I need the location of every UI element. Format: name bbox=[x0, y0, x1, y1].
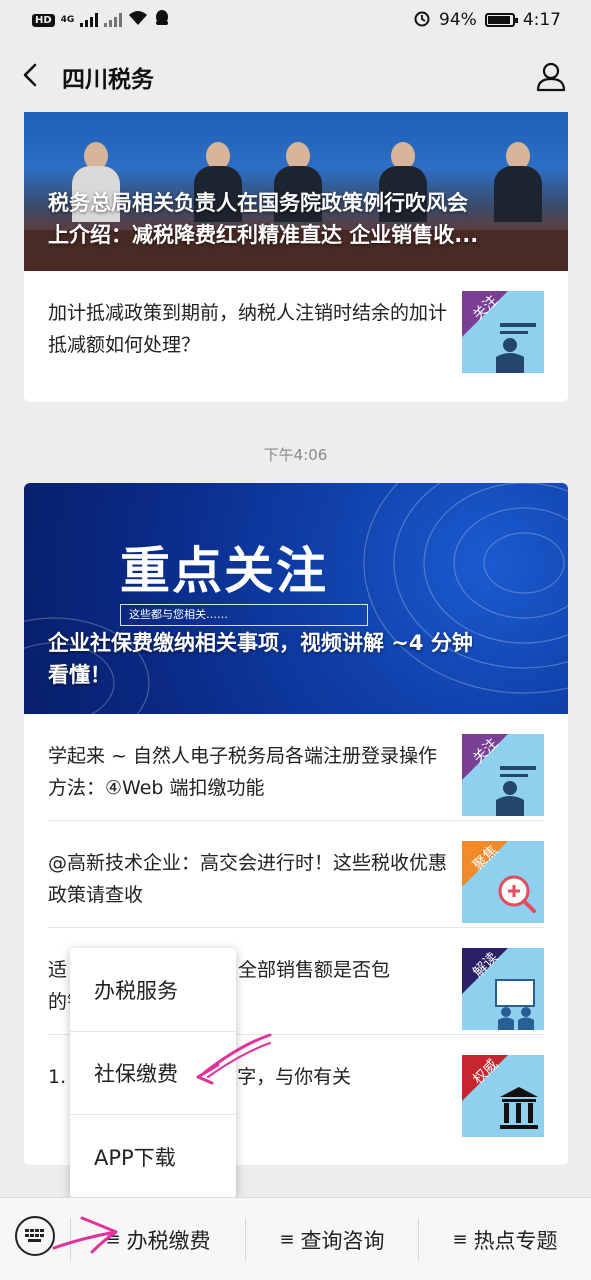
submenu-popup: 办税服务 社保缴费 APP下载 bbox=[70, 948, 236, 1198]
menu-hot-topics[interactable]: ≡ 热点专题 bbox=[419, 1198, 591, 1280]
menu-query-consult[interactable]: ≡ 查询咨询 bbox=[246, 1198, 418, 1280]
clock: 4:17 bbox=[522, 10, 561, 30]
courthouse-icon: 权威 bbox=[462, 1055, 544, 1137]
article-title: @高新技术企业：高交会进行时！这些税收优惠政策请查收 bbox=[48, 852, 448, 906]
hero-title: 税务总局相关负责人在国务院政策例行吹风会 上介绍：减税降费红利精准直达 企业销售… bbox=[48, 187, 548, 251]
profile-icon[interactable] bbox=[535, 60, 567, 92]
battery-percent: 94% bbox=[439, 10, 477, 30]
article-title: 学起来 ~ 自然人电子税务局各端注册登录操作方法：④Web 端扣缴功能 bbox=[48, 745, 438, 799]
article-item[interactable]: 加计抵减政策到期前，纳税人注销时结余的加计抵减额如何处理？ 关注 bbox=[48, 271, 544, 378]
teacher-icon: 关注 bbox=[462, 291, 544, 373]
network-type: 4G bbox=[60, 14, 75, 25]
alarm-icon bbox=[413, 9, 431, 32]
battery-level bbox=[487, 16, 511, 24]
status-left: HD 4G bbox=[32, 9, 170, 32]
hero-title-line: 看懂！ bbox=[48, 663, 111, 687]
article-item[interactable]: @高新技术企业：高交会进行时！这些税收优惠政策请查收 聚焦 bbox=[48, 821, 544, 928]
hero-article[interactable]: 税务总局相关负责人在国务院政策例行吹风会 上介绍：减税降费红利精准直达 企业销售… bbox=[24, 112, 568, 271]
teacher-icon: 关注 bbox=[462, 734, 544, 816]
submenu-item-tax-service[interactable]: 办税服务 bbox=[70, 948, 236, 1031]
menu-lines-icon: ≡ bbox=[452, 1229, 468, 1250]
hd-badge: HD bbox=[32, 13, 55, 27]
menu-lines-icon: ≡ bbox=[105, 1229, 121, 1250]
menu-label: 办税缴费 bbox=[126, 1228, 211, 1253]
battery-icon bbox=[484, 13, 518, 27]
article-card: 税务总局相关负责人在国务院政策例行吹风会 上介绍：减税降费红利精准直达 企业销售… bbox=[24, 112, 568, 402]
signal-icon-2 bbox=[104, 13, 123, 27]
hero-title-line: 上介绍：减税降费红利精准直达 企业销售收... bbox=[48, 223, 479, 247]
hero-title-line: 企业社保费缴纳相关事项，视频讲解 ~4 分钟 bbox=[48, 631, 473, 655]
menu-lines-icon: ≡ bbox=[279, 1229, 295, 1250]
wifi-icon bbox=[128, 10, 148, 30]
article-item[interactable]: 学起来 ~ 自然人电子税务局各端注册登录操作方法：④Web 端扣缴功能 关注 bbox=[48, 714, 544, 821]
magnifier-icon: 聚焦 bbox=[462, 841, 544, 923]
menu-label: 查询咨询 bbox=[300, 1228, 385, 1253]
hero-banner-title: 重点关注 bbox=[120, 542, 328, 600]
menu-label: 热点专题 bbox=[473, 1228, 558, 1253]
chat-title: 四川税务 bbox=[62, 67, 154, 93]
submenu-item-social-security[interactable]: 社保缴费 bbox=[70, 1031, 236, 1114]
hero-banner-subtitle: 这些都与您相关…… bbox=[120, 604, 368, 626]
message-timestamp: 下午4:06 bbox=[263, 446, 328, 464]
back-arrow-icon[interactable] bbox=[18, 62, 44, 88]
hero-title-line: 税务总局相关负责人在国务院政策例行吹风会 bbox=[48, 191, 468, 215]
status-bar: HD 4G 94% 4:17 bbox=[0, 0, 591, 40]
qq-icon bbox=[154, 9, 170, 32]
menu-tax-payment[interactable]: ≡ 办税缴费 bbox=[71, 1198, 245, 1280]
signal-icon bbox=[80, 13, 99, 27]
hero-article[interactable]: 重点关注 这些都与您相关…… 企业社保费缴纳相关事项，视频讲解 ~4 分钟 看懂… bbox=[24, 483, 568, 714]
bottom-menu-bar: ≡ 办税缴费 ≡ 查询咨询 ≡ 热点专题 bbox=[0, 1197, 591, 1280]
hero-title: 企业社保费缴纳相关事项，视频讲解 ~4 分钟 看懂！ bbox=[48, 627, 548, 691]
presentation-icon: 解读 bbox=[462, 948, 544, 1030]
article-title: 加计抵减政策到期前，纳税人注销时结余的加计抵减额如何处理？ bbox=[48, 302, 448, 356]
status-right: 94% 4:17 bbox=[413, 9, 561, 32]
title-bar: 四川税务 bbox=[0, 40, 591, 112]
submenu-item-app-download[interactable]: APP下载 bbox=[70, 1114, 236, 1198]
keyboard-icon[interactable] bbox=[15, 1216, 55, 1256]
